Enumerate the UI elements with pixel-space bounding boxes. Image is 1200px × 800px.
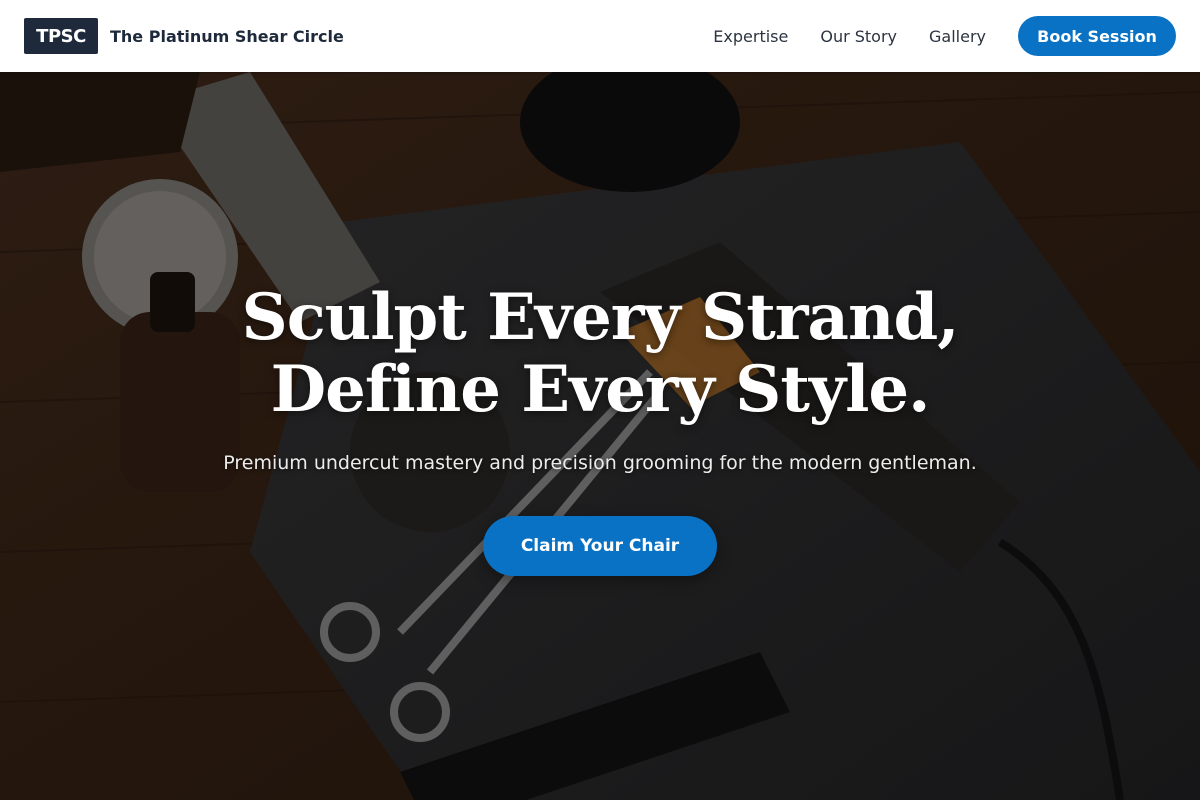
nav-link-gallery[interactable]: Gallery [929,27,986,46]
brand-name[interactable]: The Platinum Shear Circle [110,27,344,46]
book-session-button[interactable]: Book Session [1018,16,1176,56]
logo-badge[interactable]: TPSC [24,18,98,54]
brand[interactable]: TPSC The Platinum Shear Circle [24,18,344,54]
hero-title-line-2: Define Every Style. [270,352,931,427]
hero-title-line-1: Sculpt Every Strand, [241,280,959,355]
hero-section: Sculpt Every Strand, Define Every Style.… [0,72,1200,800]
main-nav: Expertise Our Story Gallery Book Session [713,16,1176,56]
site-header: TPSC The Platinum Shear Circle Expertise… [0,0,1200,72]
nav-link-our-story[interactable]: Our Story [820,27,897,46]
hero-subtitle: Premium undercut mastery and precision g… [223,452,977,474]
hero-content: Sculpt Every Strand, Define Every Style.… [0,282,1200,576]
claim-chair-button[interactable]: Claim Your Chair [483,516,717,576]
hero-title: Sculpt Every Strand, Define Every Style. [0,282,1200,426]
nav-link-expertise[interactable]: Expertise [713,27,788,46]
